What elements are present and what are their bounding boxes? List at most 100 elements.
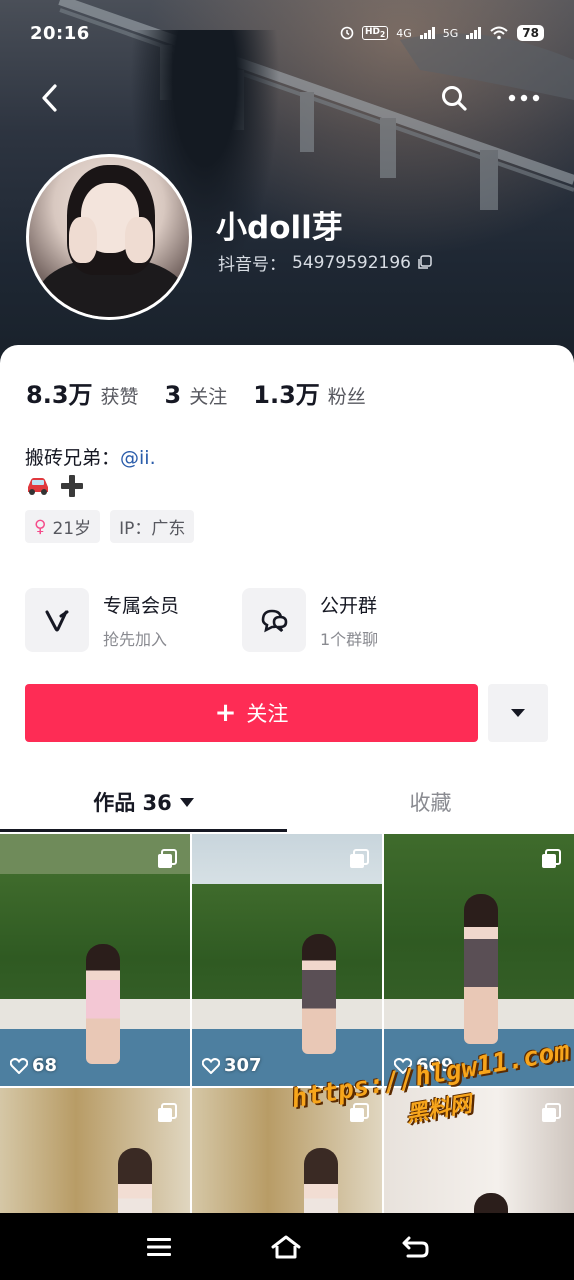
video-likes-count: 68 — [32, 1055, 58, 1076]
back-button[interactable] — [32, 80, 68, 116]
video-thumbnail — [0, 834, 190, 1086]
thumb-ledge — [192, 999, 382, 1029]
douyin-id[interactable]: 抖音号： 54979592196 — [218, 250, 432, 275]
feature-group-title: 公开群 — [320, 594, 378, 617]
follow-button-label: 关注 — [246, 702, 289, 726]
age-tag-text: 21岁 — [52, 519, 92, 539]
feature-membership-subtitle: 抢先加入 — [103, 629, 168, 649]
tab-favorites-label: 收藏 — [409, 791, 452, 815]
thumb-person — [474, 1193, 508, 1214]
triangle-down-icon — [511, 709, 525, 717]
age-tag: ♀ 21岁 — [25, 510, 101, 543]
video-likes-count: 307 — [224, 1055, 262, 1076]
wifi-icon — [490, 26, 508, 40]
back-system-button[interactable] — [397, 1229, 433, 1265]
car-emoji-icon — [28, 478, 48, 495]
stat-likes-label: 获赞 — [100, 386, 139, 408]
more-dots-icon — [508, 94, 540, 102]
follow-button[interactable]: + 关注 — [25, 684, 478, 742]
video-thumbnail — [192, 834, 382, 1086]
status-icons: HD2 4G 5G 78 — [340, 25, 544, 41]
avatar[interactable] — [26, 154, 192, 320]
profile-tags: ♀ 21岁 IP：广东 — [25, 510, 195, 543]
avatar-hand-right — [125, 217, 153, 263]
plus-emoji-icon — [61, 475, 83, 497]
bio-line: 搬砖兄弟： — [25, 447, 121, 469]
system-navigation-bar — [0, 1213, 574, 1280]
recents-button[interactable] — [141, 1229, 177, 1265]
video-tile[interactable] — [0, 1088, 190, 1214]
video-tile[interactable]: 307 — [192, 834, 382, 1086]
female-icon: ♀ — [34, 516, 47, 537]
video-likes: 307 — [202, 1055, 262, 1076]
search-icon — [442, 86, 467, 111]
avatar-hand-left — [69, 217, 97, 263]
menu-lines-icon — [147, 1238, 171, 1256]
hd-badge: HD2 — [362, 26, 389, 40]
video-likes: 68 — [10, 1055, 57, 1076]
feature-membership-title: 专属会员 — [103, 594, 180, 617]
bio-text: 搬砖兄弟：@ii. — [25, 443, 156, 470]
feature-membership[interactable]: 专属会员 抢先加入 — [25, 588, 242, 652]
battery-level: 78 — [517, 25, 544, 41]
status-bar: 20:16 HD2 4G 5G 78 — [0, 0, 574, 66]
video-grid: 68 307 609 — [0, 834, 574, 1214]
douyin-id-value: 54979592196 — [292, 252, 411, 273]
ip-tag: IP：广东 — [110, 510, 195, 543]
thumb-person — [86, 944, 120, 1064]
feature-membership-icon-box — [25, 588, 89, 652]
stat-followers[interactable]: 1.3万 粉丝 — [253, 375, 366, 410]
thumb-person — [302, 934, 336, 1054]
stat-followers-label: 粉丝 — [327, 386, 366, 408]
multi-image-icon — [158, 849, 177, 868]
thumb-hedge — [192, 884, 382, 1014]
copy-icon[interactable] — [417, 255, 432, 270]
bio-emojis — [25, 473, 85, 499]
stat-following[interactable]: 3 关注 — [165, 381, 228, 409]
heart-icon — [10, 1057, 28, 1074]
stats-row: 8.3万 获赞 3 关注 1.3万 粉丝 — [26, 375, 366, 410]
stat-following-value: 3 — [164, 381, 182, 409]
tab-works[interactable]: 作品 36 — [0, 772, 287, 832]
status-time: 20:16 — [30, 22, 90, 44]
profile-card: 8.3万 获赞 3 关注 1.3万 粉丝 搬砖兄弟：@ii. ♀ 21岁 IP：… — [0, 345, 574, 835]
douyin-id-label: 抖音号： — [218, 255, 286, 275]
plus-icon: + — [214, 698, 237, 728]
signal-icon-2 — [466, 27, 482, 39]
network-4g-label: 4G — [396, 26, 412, 40]
caret-down-icon — [179, 797, 194, 807]
multi-image-icon — [542, 849, 561, 868]
ip-tag-text: IP：广东 — [119, 519, 186, 539]
signal-icon — [419, 27, 435, 39]
return-arrow-icon — [402, 1236, 429, 1258]
vip-v-icon — [45, 610, 69, 632]
multi-image-icon — [350, 849, 369, 868]
bio-mention-link[interactable]: @ii. — [120, 447, 156, 469]
home-icon — [271, 1235, 301, 1259]
recommend-dropdown-button[interactable] — [488, 684, 548, 742]
stat-following-label: 关注 — [189, 386, 228, 408]
thumb-person — [118, 1148, 152, 1214]
group-chat-icon — [261, 609, 288, 633]
chevron-left-icon — [42, 84, 57, 112]
feature-row: 专属会员 抢先加入 公开群 1个群聊 — [25, 588, 459, 652]
network-5g-label: 5G — [442, 26, 459, 40]
feature-group-subtitle: 1个群聊 — [320, 629, 379, 649]
home-button[interactable] — [268, 1229, 304, 1265]
profile-name: 小doll芽 — [216, 210, 343, 246]
tab-active-indicator — [0, 829, 287, 832]
feature-group-icon-box — [242, 588, 306, 652]
tab-favorites[interactable]: 收藏 — [287, 772, 574, 832]
content-tabs: 作品 36 收藏 — [0, 772, 574, 832]
video-tile[interactable]: 68 — [0, 834, 190, 1086]
heart-icon — [202, 1057, 220, 1074]
search-button[interactable] — [436, 80, 472, 116]
feature-group[interactable]: 公开群 1个群聊 — [242, 588, 459, 652]
tab-works-label: 作品 36 — [93, 791, 172, 815]
stat-followers-value: 1.3万 — [253, 381, 320, 409]
stat-likes-value: 8.3万 — [26, 381, 93, 409]
multi-image-icon — [158, 1103, 177, 1122]
thumb-person — [464, 894, 498, 1044]
alarm-icon — [340, 26, 354, 40]
more-button[interactable] — [504, 80, 544, 116]
